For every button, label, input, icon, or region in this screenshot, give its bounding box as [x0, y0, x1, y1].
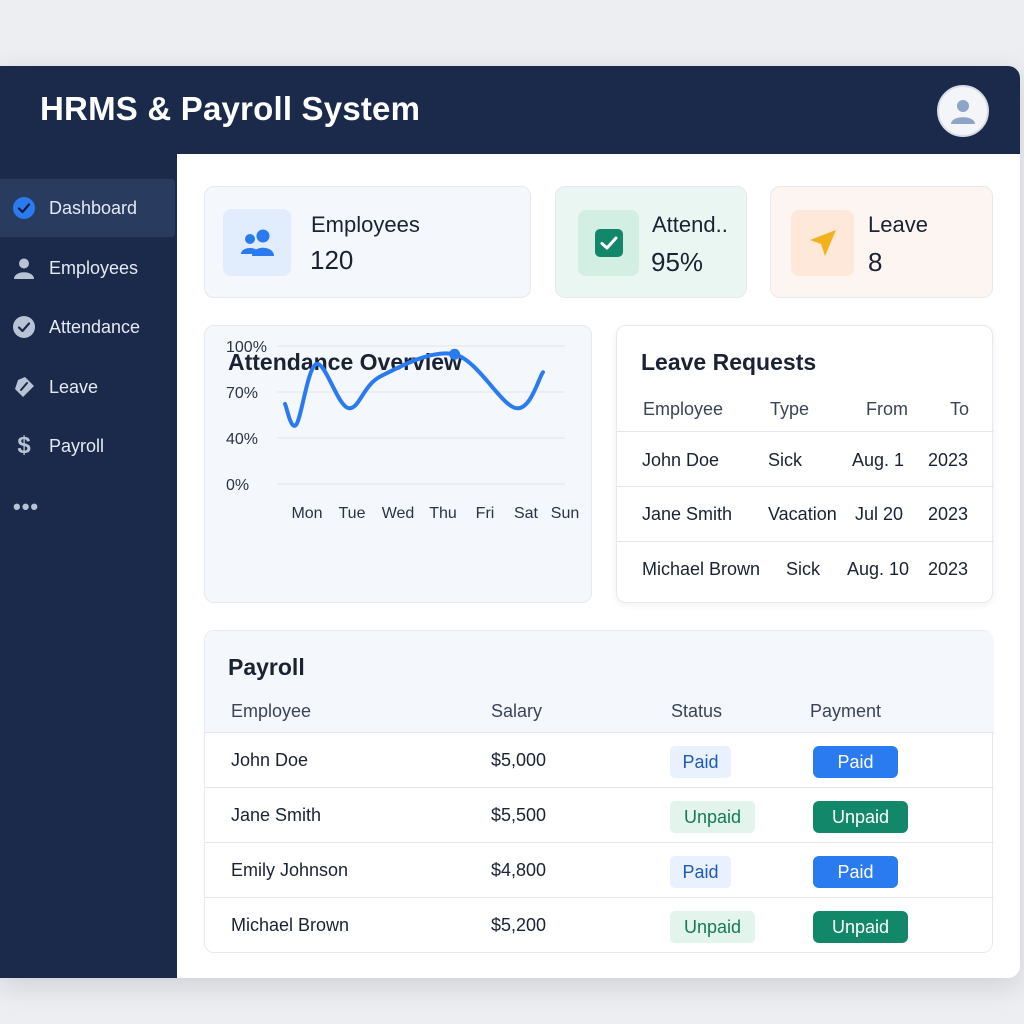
cell-from: Jul 20 [855, 504, 904, 524]
payment-button[interactable]: Paid [813, 856, 898, 888]
cell-from: Aug. 10 [847, 559, 910, 579]
divider [617, 486, 994, 487]
payroll-title: Payroll [228, 654, 305, 680]
x-tick-label: Tue [339, 505, 366, 522]
check-circle-icon [12, 196, 36, 220]
stat-card-leave[interactable]: Leave 8 [770, 186, 993, 298]
x-tick-label: Sun [551, 505, 579, 522]
app-title: HRMS & Payroll System [40, 90, 421, 127]
user-avatar-icon [951, 100, 975, 124]
cell-to: 2023 [928, 450, 969, 470]
divider [205, 842, 994, 843]
status-badge: Unpaid [670, 911, 755, 943]
payment-button[interactable]: Unpaid [813, 911, 908, 943]
y-tick-label: 70% [226, 385, 258, 402]
x-tick-label: Mon [291, 505, 322, 522]
column-header-employee: Employee [231, 701, 312, 721]
column-header-employee: Employee [643, 399, 724, 419]
cell-employee: Emily Johnson [231, 860, 349, 880]
cell-salary: $4,800 [491, 860, 547, 880]
column-header-salary: Salary [491, 701, 543, 721]
payment-button[interactable]: Unpaid [813, 801, 908, 833]
cell-to: 2023 [928, 504, 969, 524]
cell-employee: John Doe [642, 450, 720, 470]
stat-value: 95% [651, 247, 704, 277]
attendance-series-line [283, 351, 545, 428]
more-menu-icon[interactable]: ••• [13, 494, 39, 520]
x-tick-label: Wed [382, 505, 415, 522]
sidebar-item-label: Employees [49, 257, 139, 278]
sidebar-item-label: Payroll [49, 435, 105, 456]
sidebar-item-label: Attendance [49, 316, 141, 337]
y-tick-label: 40% [226, 431, 258, 448]
highlight-point[interactable] [449, 348, 461, 360]
payment-button[interactable]: Paid [813, 746, 898, 778]
stat-card-attendance[interactable]: Attend.. 95% [555, 186, 747, 298]
leave-requests-title: Leave Requests [641, 349, 817, 375]
column-header-to: To [950, 399, 970, 419]
attendance-line-chart: 100% 70% 40% 0% Mon Tue Wed Thu Fri Sat Sun [226, 339, 579, 522]
status-badge: Paid [670, 746, 731, 778]
column-header-from: From [866, 399, 908, 419]
divider [617, 431, 994, 432]
sidebar-item-employees[interactable]: Employees [0, 239, 175, 297]
sidebar-item-leave[interactable]: Leave [0, 358, 175, 416]
user-icon [12, 256, 36, 280]
status-badge: Paid [670, 856, 731, 888]
sidebar-item-payroll[interactable]: $ Payroll [0, 417, 175, 475]
sidebar-item-label: Dashboard [49, 197, 138, 218]
cell-employee: Jane Smith [231, 805, 322, 825]
y-tick-label: 100% [226, 339, 267, 356]
column-header-type: Type [770, 399, 810, 419]
dollar-icon: $ [17, 432, 31, 459]
stat-label: Leave [868, 212, 928, 237]
divider [205, 897, 994, 898]
sidebar-item-attendance[interactable]: Attendance [0, 298, 175, 356]
sidebar: Dashboard Employees Attendance Leave $ P… [0, 154, 177, 978]
top-header: HRMS & Payroll System [0, 66, 1020, 154]
divider [205, 732, 994, 733]
users-icon [223, 209, 291, 276]
cell-salary: $5,000 [491, 750, 547, 770]
x-tick-label: Sat [514, 505, 539, 522]
attendance-overview-card: Attendance Overview 100% 70% 40% 0% Mon Tue We… [204, 325, 592, 603]
column-header-payment: Payment [810, 701, 882, 721]
app-window: HRMS & Payroll System Dashboard Employee… [0, 66, 1020, 978]
divider [205, 787, 994, 788]
cell-employee: Michael Brown [231, 915, 350, 935]
stat-value: 120 [310, 245, 354, 275]
cell-salary: $5,200 [491, 915, 547, 935]
stat-label: Employees [311, 212, 420, 237]
cell-type: Sick [768, 450, 803, 470]
sidebar-item-label: Leave [49, 376, 99, 397]
tag-icon [12, 375, 36, 399]
column-header-status: Status [671, 701, 723, 721]
cell-employee: John Doe [231, 750, 309, 770]
stat-label: Attend.. [652, 212, 728, 237]
x-tick-label: Fri [476, 505, 495, 522]
sidebar-item-dashboard[interactable]: Dashboard [0, 179, 175, 237]
stat-card-employees[interactable]: Employees 120 [204, 186, 531, 298]
check-circle-icon [12, 315, 36, 339]
leave-requests-card: Leave Requests Employee Type From To Joh… [616, 325, 994, 603]
user-avatar[interactable] [937, 85, 989, 137]
y-tick-label: 0% [226, 477, 249, 494]
payroll-card: Payroll Employee Salary Status Payment J… [204, 630, 994, 953]
status-badge: Unpaid [670, 801, 755, 833]
cell-from: Aug. 1 [852, 450, 905, 470]
stat-value: 8 [868, 247, 883, 277]
send-icon [791, 210, 854, 276]
cell-type: Vacation [768, 504, 837, 524]
cell-to: 2023 [928, 559, 969, 579]
cell-employee: Jane Smith [642, 504, 733, 524]
x-tick-label: Thu [429, 505, 457, 522]
cell-salary: $5,500 [491, 805, 547, 825]
cell-employee: Michael Brown [642, 559, 761, 579]
checkbox-icon [578, 210, 639, 276]
cell-type: Sick [786, 559, 821, 579]
divider [617, 541, 994, 542]
